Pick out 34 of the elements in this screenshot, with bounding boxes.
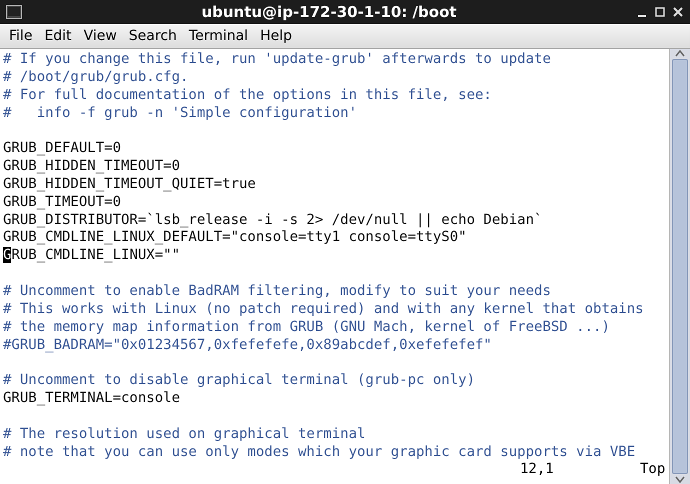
menu-item[interactable]: Terminal (184, 28, 254, 44)
scrollbar[interactable] (669, 49, 690, 484)
comment-line: #GRUB_BADRAM="0x01234567,0xfefefefe,0x89abcdef,0xefefefef" (3, 336, 492, 352)
menu-item[interactable]: Search (124, 28, 182, 44)
menu-item[interactable]: Edit (39, 28, 77, 44)
code-line: GRUB_HIDDEN_TIMEOUT_QUIET=true (3, 176, 256, 192)
comment-line: # For full documentation of the options in this file, see: (3, 86, 492, 103)
close-icon[interactable] (672, 6, 684, 18)
menu-item[interactable]: Help (255, 28, 297, 44)
code-line: GRUB_TIMEOUT=0 (3, 194, 122, 210)
menu-item[interactable]: File (4, 28, 38, 44)
comment-line: # note that you can use only modes which your graphic card supports via VBE (3, 444, 636, 460)
code-line: GRUB_CMDLINE_LINUX="" (3, 247, 180, 264)
code-line: GRUB_DEFAULT=0 (3, 140, 122, 156)
cursor-position: 12,1 (520, 461, 555, 480)
comment-line: # /boot/grub/grub.cfg. (3, 68, 188, 85)
comment-line: # the memory map information from GRUB (GNU Mach, kernel of FreeBSD ...) (3, 318, 610, 335)
scroll-down-icon[interactable] (675, 476, 685, 484)
comment-line: # If you change this file, run 'update-grub' afterwards to update (3, 51, 551, 67)
code-line: GRUB_DISTRIBUTOR=`lsb_release -i -s 2> /dev/null || echo Debian` (3, 212, 542, 228)
comment-line: # Uncomment to disable graphical terminal (grub-pc only) (3, 372, 476, 388)
code-line: GRUB_CMDLINE_LINUX_DEFAULT="console=tty1 console=ttyS0" (3, 229, 467, 246)
scroll-position: Top (640, 461, 666, 480)
comment-line: # info -f grub -n 'Simple configuration' (3, 104, 358, 121)
comment-line: # This works with Linux (no patch required) and with any kernel that obtains (3, 300, 644, 317)
scroll-up-icon[interactable] (675, 49, 685, 57)
comment-line: # The resolution used on graphical terminal (3, 426, 366, 442)
comment-line: # Uncomment to enable BadRAM filtering, modify to suit your needs (3, 282, 551, 299)
menu-item[interactable]: View (78, 28, 122, 44)
terminal-icon (6, 5, 22, 19)
code-line: GRUB_HIDDEN_TIMEOUT=0 (3, 158, 180, 174)
maximize-icon[interactable] (654, 6, 666, 18)
window-title: ubuntu@ip-172-30-1-10: /boot (200, 3, 458, 21)
code-line: GRUB_TERMINAL=console (3, 390, 180, 406)
